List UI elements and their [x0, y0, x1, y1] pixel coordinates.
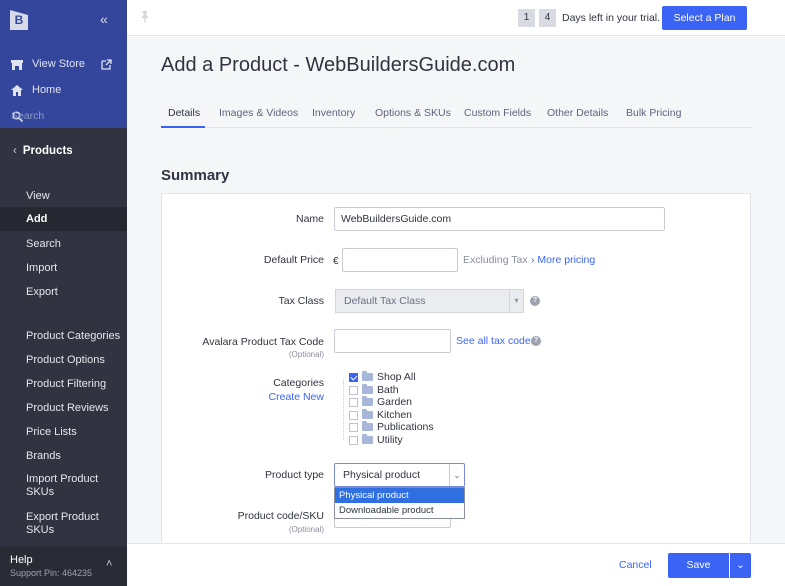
external-link-icon[interactable]: [101, 59, 112, 70]
search-input[interactable]: Search: [11, 110, 44, 122]
help-link[interactable]: Help: [10, 554, 33, 566]
sku-label: Product code/SKU: [237, 510, 324, 522]
home-link[interactable]: Home: [11, 84, 61, 96]
section-title: Summary: [161, 167, 230, 184]
tab-bulk-pricing[interactable]: Bulk Pricing: [626, 107, 681, 119]
category-item[interactable]: Shop All: [349, 371, 416, 383]
sidebar-item-product-filtering[interactable]: Product Filtering: [0, 378, 127, 391]
currency-symbol: €: [333, 256, 339, 267]
category-checkbox[interactable]: [349, 422, 358, 432]
back-chevron-icon: ‹: [13, 145, 17, 157]
sidebar: B « View Store Home Search ‹ Products Vie…: [0, 0, 127, 586]
folder-icon: [362, 434, 373, 444]
tab-other-details[interactable]: Other Details: [547, 107, 608, 119]
sidebar-item-product-options[interactable]: Product Options: [0, 354, 127, 367]
tax-class-select: Default Tax Class ▾: [335, 289, 524, 313]
tab-details[interactable]: Details: [168, 107, 200, 119]
chevron-up-icon[interactable]: ˄: [106, 558, 112, 570]
tab-images-videos[interactable]: Images & Videos: [219, 107, 298, 119]
pin-icon[interactable]: [138, 10, 152, 24]
default-price-input[interactable]: [342, 248, 458, 272]
folder-icon: [362, 396, 373, 406]
product-type-select[interactable]: Physical product ⌄: [334, 463, 465, 487]
product-type-value: Physical product: [343, 469, 421, 481]
more-pricing-link[interactable]: › More pricing: [531, 254, 595, 266]
category-item[interactable]: Garden: [349, 396, 412, 408]
category-checkbox[interactable]: [349, 435, 358, 445]
tax-class-value: Default Tax Class: [344, 295, 426, 307]
folder-icon: [362, 371, 373, 381]
home-label: Home: [32, 84, 62, 96]
trial-days-text: Days left in your trial.: [562, 12, 661, 24]
name-label: Name: [295, 213, 324, 225]
page-title: Add a Product - WebBuildersGuide.com: [161, 54, 516, 76]
dropdown-option-downloadable[interactable]: Downloadable product: [335, 503, 464, 518]
active-tab-indicator: [161, 126, 205, 128]
avalara-tax-code-input[interactable]: [334, 329, 451, 353]
home-icon: [11, 84, 23, 96]
see-all-tax-codes-link[interactable]: See all tax codes: [456, 335, 536, 347]
sku-optional-label: (Optional): [288, 525, 324, 534]
avalara-optional-label: (Optional): [288, 350, 324, 359]
help-icon[interactable]: ?: [530, 296, 540, 306]
support-pin: Support Pin: 464235: [10, 568, 93, 578]
sidebar-item-product-categories[interactable]: Product Categories: [0, 330, 127, 343]
cancel-button[interactable]: Cancel: [619, 559, 652, 571]
tab-custom-fields[interactable]: Custom Fields: [464, 107, 531, 119]
categories-label: Categories: [273, 377, 324, 389]
folder-icon: [362, 409, 373, 419]
sidebar-item-import-product-skus[interactable]: Import Product SKUs: [0, 473, 110, 499]
product-tabs: Details Images & Videos Inventory Option…: [161, 104, 751, 128]
product-type-dropdown: Physical product Downloadable product: [334, 487, 465, 519]
select-plan-button[interactable]: Select a Plan: [662, 6, 747, 30]
sidebar-item-search[interactable]: Search: [0, 238, 127, 251]
excluding-tax-text: Excluding Tax: [463, 254, 528, 266]
sidebar-search[interactable]: Search: [11, 110, 44, 122]
save-options-chevron-icon[interactable]: ⌄: [730, 553, 751, 578]
sidebar-item-export[interactable]: Export: [0, 286, 127, 299]
create-new-category-link[interactable]: Create New: [264, 391, 324, 403]
view-store-link[interactable]: View Store: [11, 58, 85, 70]
help-icon[interactable]: ?: [531, 336, 541, 346]
dropdown-option-physical[interactable]: Physical product: [335, 488, 464, 503]
category-item[interactable]: Publications: [349, 421, 434, 433]
sidebar-item-price-lists[interactable]: Price Lists: [0, 426, 127, 439]
trial-days-digit: 1: [518, 9, 535, 27]
sidebar-item-export-product-skus[interactable]: Export Product SKUs: [0, 511, 110, 537]
chevron-down-icon: ⌄: [449, 464, 464, 486]
sidebar-item-import[interactable]: Import: [0, 262, 127, 275]
sidebar-item-add[interactable]: Add: [0, 207, 127, 231]
category-item[interactable]: Utility: [349, 434, 403, 446]
sidebar-item-product-reviews[interactable]: Product Reviews: [0, 402, 127, 415]
folder-icon: [362, 421, 373, 431]
category-tree-line: [343, 379, 344, 440]
category-item[interactable]: Bath: [349, 384, 399, 396]
save-button[interactable]: Save: [668, 553, 729, 578]
folder-icon: [362, 384, 373, 394]
name-input[interactable]: WebBuildersGuide.com: [334, 207, 665, 231]
category-item[interactable]: Kitchen: [349, 409, 412, 421]
category-checkbox[interactable]: [349, 372, 358, 382]
sidebar-item-view[interactable]: View: [0, 190, 127, 203]
product-type-label: Product type: [265, 469, 324, 481]
default-price-label: Default Price: [263, 254, 324, 266]
tab-inventory[interactable]: Inventory: [312, 107, 355, 119]
category-checkbox[interactable]: [349, 410, 358, 420]
tax-class-label: Tax Class: [278, 295, 324, 307]
chevron-down-icon: ▾: [509, 290, 523, 312]
collapse-sidebar-icon[interactable]: «: [100, 11, 108, 27]
category-checkbox[interactable]: [349, 385, 358, 395]
avalara-tax-code-label: Avalara Product Tax Code: [202, 336, 324, 348]
category-checkbox[interactable]: [349, 397, 358, 407]
trial-days-digit: 4: [539, 9, 556, 27]
view-store-label: View Store: [32, 58, 85, 70]
products-section-title[interactable]: ‹ Products: [13, 145, 73, 157]
sidebar-item-brands[interactable]: Brands: [0, 450, 127, 463]
tab-options-skus[interactable]: Options & SKUs: [375, 107, 451, 119]
storefront-icon: [11, 58, 23, 70]
